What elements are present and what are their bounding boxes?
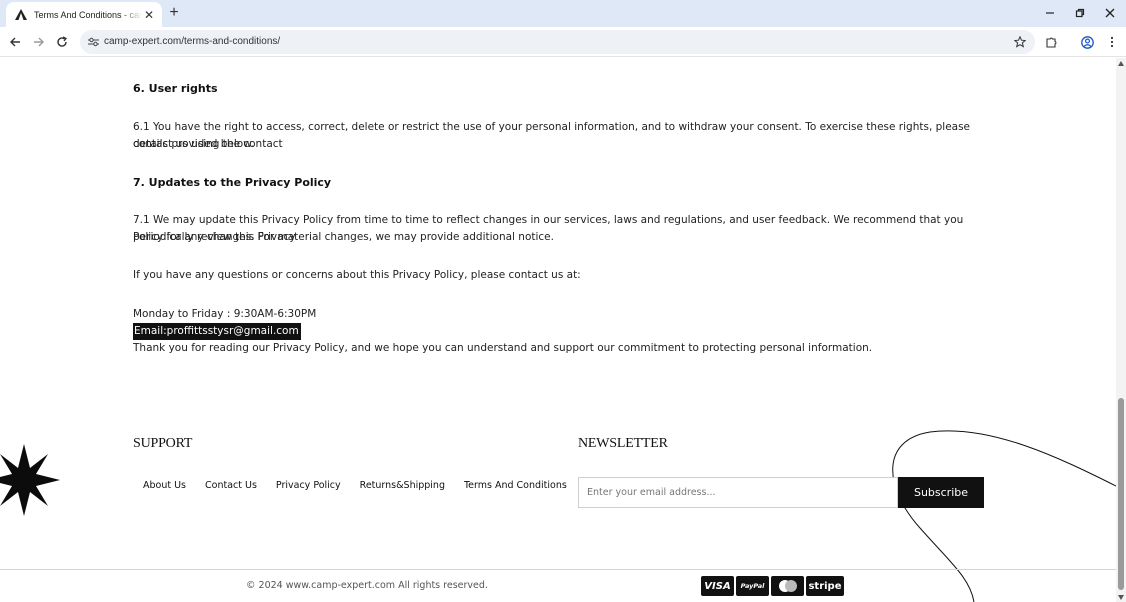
closing-text: Thank you for reading our Privacy Policy… xyxy=(133,342,873,354)
address-bar[interactable] xyxy=(80,30,1035,54)
footer-link-about-us[interactable]: About Us xyxy=(143,480,186,491)
minimize-icon[interactable] xyxy=(1035,4,1065,22)
tab-title: Terms And Conditions - camp-expert xyxy=(34,9,142,20)
scrollbar-thumb[interactable] xyxy=(1118,398,1124,590)
section6-heading: 6. User rights xyxy=(133,82,218,95)
restore-icon[interactable] xyxy=(1065,4,1095,22)
tab-strip: Terms And Conditions - camp-expert ✕ + xyxy=(0,0,1126,27)
tab-close-icon[interactable]: ✕ xyxy=(142,8,156,22)
url-input[interactable] xyxy=(104,30,984,54)
support-heading: SUPPORT xyxy=(133,436,193,451)
footer-link-privacy-policy[interactable]: Privacy Policy xyxy=(276,480,341,491)
footer-link-contact-us[interactable]: Contact Us xyxy=(205,480,257,491)
footer-links: About Us Contact Us Privacy Policy Retur… xyxy=(143,480,586,491)
profile-icon[interactable] xyxy=(1078,33,1096,51)
scroll-up-arrow-icon[interactable] xyxy=(1116,58,1126,68)
footer-link-returns-shipping[interactable]: Returns&Shipping xyxy=(360,480,445,491)
scroll-down-arrow-icon[interactable] xyxy=(1116,592,1126,602)
stripe-icon: stripe xyxy=(806,576,844,596)
tent-icon xyxy=(14,8,28,22)
paypal-label: PayPal xyxy=(740,582,765,590)
web-page: 6. User rights 6.1 You have the right to… xyxy=(0,58,1116,602)
contact-intro: If you have any questions or concerns ab… xyxy=(133,269,581,281)
newsletter-email-input[interactable] xyxy=(578,477,898,508)
reload-icon[interactable] xyxy=(53,33,71,51)
kebab-menu-icon[interactable] xyxy=(1103,33,1121,51)
browser-toolbar xyxy=(0,27,1126,57)
paypal-icon: PayPal xyxy=(736,576,769,596)
payment-methods: VISA PayPal stripe xyxy=(701,576,844,596)
puzzle-icon[interactable] xyxy=(1043,33,1061,51)
mastercard-icon xyxy=(771,576,804,596)
new-tab-button[interactable]: + xyxy=(166,5,182,21)
contact-email[interactable]: Email:proffittsstysr@gmail.com xyxy=(133,323,301,340)
subscribe-button[interactable]: Subscribe xyxy=(898,477,984,508)
page-scrollbar[interactable] xyxy=(1116,58,1126,602)
curve-decoration xyxy=(892,430,1116,602)
footer-link-terms[interactable]: Terms And Conditions xyxy=(464,480,567,491)
star-icon[interactable] xyxy=(1013,35,1027,49)
section7-paragraph-line2: Policy for any changes. For material cha… xyxy=(133,231,554,243)
section7-heading: 7. Updates to the Privacy Policy xyxy=(133,176,332,189)
section6-paragraph-line2: details provided below. xyxy=(133,138,255,150)
copyright-text: © 2024 www.camp-expert.com All rights re… xyxy=(246,580,488,591)
active-tab[interactable]: Terms And Conditions - camp-expert ✕ xyxy=(6,2,162,27)
tune-icon[interactable] xyxy=(86,35,100,49)
back-arrow-icon[interactable] xyxy=(6,33,24,51)
newsletter-heading: NEWSLETTER xyxy=(578,436,668,451)
footer-divider xyxy=(0,569,1116,570)
forward-arrow-icon[interactable] xyxy=(30,33,48,51)
business-hours: Monday to Friday : 9:30AM-6:30PM xyxy=(133,308,317,320)
visa-icon: VISA xyxy=(701,576,734,596)
starburst-decoration xyxy=(0,444,60,516)
close-window-icon[interactable] xyxy=(1095,4,1125,22)
